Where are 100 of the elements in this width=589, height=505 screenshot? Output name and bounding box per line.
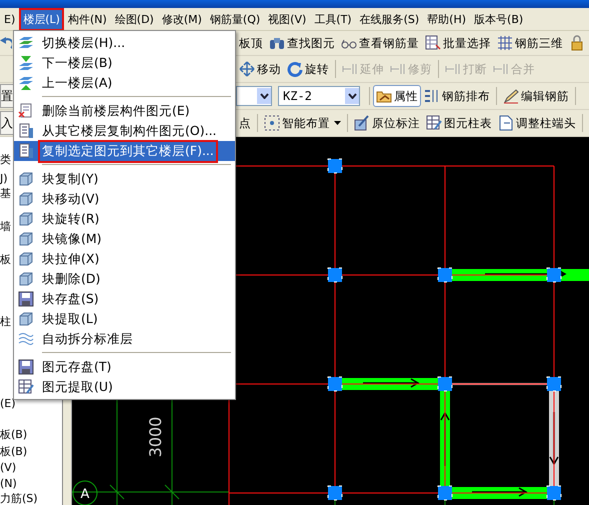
menu-option[interactable]: 上一楼层(A) (14, 73, 235, 93)
cube-icon (18, 191, 34, 207)
toolbar-button[interactable]: 图元柱表 (423, 112, 495, 134)
menu-option[interactable]: 下一楼层(B) (14, 53, 235, 73)
cube-icon (18, 251, 34, 267)
dropdown-field[interactable] (236, 86, 272, 106)
layers-arrow-icon (18, 55, 34, 71)
axis-label: A (80, 487, 90, 502)
toolbar-button[interactable]: 钢筋三维 (494, 32, 566, 54)
menu-option[interactable]: 从其它楼层复制构件图元(O)... (14, 121, 235, 141)
document-icon (18, 123, 34, 139)
chevron-down-icon (348, 93, 356, 99)
column-marker (438, 486, 452, 500)
menu-item[interactable]: 楼层(L) (19, 8, 64, 30)
menu-option[interactable]: 图元提取(U) (14, 377, 235, 397)
menu-option[interactable]: 块拉伸(X) (14, 249, 235, 269)
tree-item[interactable]: 板 (0, 252, 11, 267)
axis-bubble (72, 480, 98, 505)
menu-option[interactable]: 图元存盘(T) (14, 357, 235, 377)
panel-button[interactable]: 入 (0, 111, 14, 135)
menu-option[interactable]: 块存盘(S) (14, 289, 235, 309)
menu-option[interactable]: 块提取(L) (14, 309, 235, 329)
menu-option[interactable]: 块复制(Y) (14, 169, 235, 189)
line-tool-icon (493, 61, 509, 77)
layers-icon (18, 35, 34, 51)
column-marker (328, 268, 342, 282)
cube-icon (18, 171, 34, 187)
column-marker (438, 376, 452, 392)
menu-option[interactable]: 复制选定图元到其它楼层(F)... (14, 141, 235, 161)
toolbar-button[interactable]: 查看钢筋量 (338, 32, 422, 54)
menu-item[interactable]: 构件(N) (64, 8, 111, 30)
tree-item[interactable]: (N) (0, 476, 17, 491)
dropdown-field[interactable]: KZ-2 (278, 86, 360, 106)
toolbar-button[interactable]: 调整柱端头 (495, 112, 579, 134)
line-tool-icon (445, 61, 461, 77)
layers-arrow-icon (18, 75, 34, 91)
toolbar-button[interactable]: 钢筋排布 (421, 85, 493, 107)
document-icon (18, 143, 34, 159)
toolbar-button[interactable]: 编辑钢筋 (500, 85, 572, 107)
move-icon (239, 61, 255, 77)
pencil-icon (503, 88, 519, 104)
table-icon (426, 115, 442, 131)
caret-icon (334, 121, 341, 125)
menu-option[interactable]: 块镜像(M) (14, 229, 235, 249)
tree-item[interactable]: 基 (0, 186, 11, 201)
tree-item[interactable]: 板(B) (0, 427, 28, 442)
menu-option[interactable]: 块删除(D) (14, 269, 235, 289)
binoculars-icon (269, 35, 285, 51)
toolbar-button[interactable]: 属性 (373, 85, 421, 107)
table-icon (18, 379, 34, 395)
menu-item[interactable]: 视图(V) (264, 8, 310, 30)
menu-option[interactable]: 自动拆分标准层 (14, 329, 235, 349)
tree-item[interactable]: 板(B) (0, 444, 28, 459)
tree-item[interactable]: 柱 (0, 314, 11, 329)
menu-item[interactable]: 工具(T) (310, 8, 356, 30)
menu-option[interactable]: 块旋转(R) (14, 209, 235, 229)
toolbar-button[interactable]: 板顶 (236, 32, 266, 54)
cube-icon (18, 231, 34, 247)
menu-item[interactable]: 在线服务(S) (356, 8, 424, 30)
document-icon (18, 103, 34, 119)
cube-icon (18, 211, 34, 227)
document-icon (498, 115, 514, 131)
dimension-label: 3000 (146, 416, 165, 458)
toolbar-button[interactable]: 智能布置 (261, 112, 344, 134)
menu-option[interactable]: 块移动(V) (14, 189, 235, 209)
toolbar-button[interactable]: 原位标注 (351, 112, 423, 134)
pencil-icon (354, 115, 370, 131)
wave-lines-icon (18, 331, 34, 347)
menu-item[interactable]: 钢筋量(Q) (206, 8, 264, 30)
cube-icon (18, 311, 34, 327)
grid-icon (425, 35, 441, 51)
column-marker (546, 486, 562, 500)
toolbar-button[interactable]: 点 (236, 112, 254, 134)
menu-item[interactable]: 帮助(H) (423, 8, 470, 30)
bars-icon (424, 88, 440, 104)
tree-item[interactable]: (E) (0, 396, 16, 411)
panel-button[interactable]: 置 (0, 84, 14, 108)
menu-item[interactable]: 版本号(B) (470, 8, 528, 30)
rebar-cage-icon (497, 35, 513, 51)
tree-item[interactable]: (V) (0, 460, 16, 475)
toolbar-button[interactable]: 移动 (236, 58, 284, 80)
column-marker (328, 376, 342, 392)
tree-item[interactable]: 力筋(S) (0, 491, 38, 505)
menu-item[interactable]: 绘图(D) (110, 8, 158, 30)
column-marker (546, 268, 562, 282)
menu-option[interactable]: 切换楼层(H)... (14, 33, 235, 53)
menu-option[interactable]: 删除当前楼层构件图元(E) (14, 101, 235, 121)
toolbar-button[interactable]: 旋转 (284, 58, 332, 80)
menu-item[interactable]: 修改(M) (158, 8, 206, 30)
lock-icon (569, 35, 585, 51)
menu-item[interactable]: E) (0, 8, 20, 30)
tree-item[interactable]: 类 (0, 152, 11, 167)
line-tool-icon (342, 61, 358, 77)
cube-icon (18, 271, 34, 287)
toolbar-button[interactable]: 查找图元 (266, 32, 338, 54)
tree-item[interactable]: 墙 (0, 219, 11, 234)
column-marker (438, 268, 452, 282)
toolbar-button[interactable]: 批量选择 (422, 32, 494, 54)
undo-icon[interactable] (0, 37, 12, 49)
column-marker (328, 486, 342, 500)
